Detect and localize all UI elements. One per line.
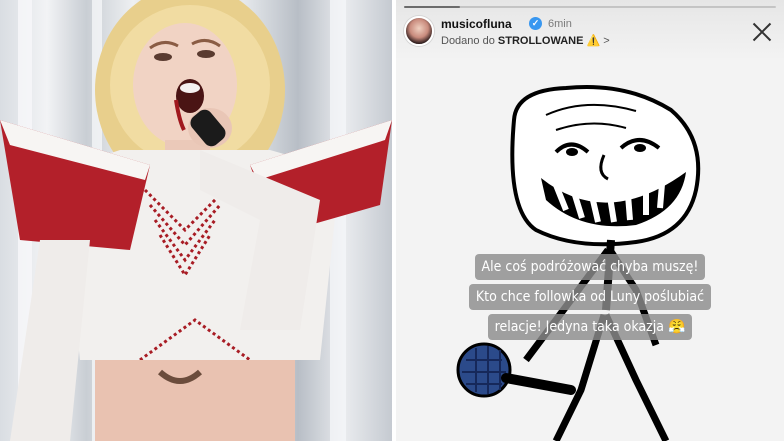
- story-username[interactable]: musicofluna: [441, 17, 512, 31]
- instagram-story: musicofluna ✓ 6min Dodano do STROLLOWANE…: [396, 0, 784, 441]
- collection-name: STROLLOWANE: [497, 35, 584, 47]
- verified-badge-icon: ✓: [529, 17, 542, 30]
- story-timestamp: 6min: [548, 18, 572, 30]
- caption-line-3: relacje! Jedyna taka okazja 😤: [487, 314, 693, 340]
- close-icon[interactable]: [750, 20, 774, 44]
- story-caption: Ale coś podróżować chyba muszę! Kto chce…: [456, 252, 724, 342]
- story-progress-bar: [404, 6, 776, 8]
- singer-illustration: [0, 0, 392, 441]
- caption-line-1: Ale coś podróżować chyba muszę!: [474, 254, 706, 280]
- singer-photo: [0, 0, 392, 441]
- troll-face-meme: [456, 84, 701, 441]
- added-to-prefix: Dodano do: [441, 35, 495, 47]
- avatar[interactable]: [404, 16, 434, 46]
- caption-line-2: Kto chce followka od Luny poślubiać: [468, 284, 712, 310]
- story-progress-fill: [404, 6, 460, 8]
- collection-suffix: ⚠️ >: [586, 35, 610, 47]
- added-to-collection[interactable]: Dodano do STROLLOWANE ⚠️ >: [441, 34, 610, 47]
